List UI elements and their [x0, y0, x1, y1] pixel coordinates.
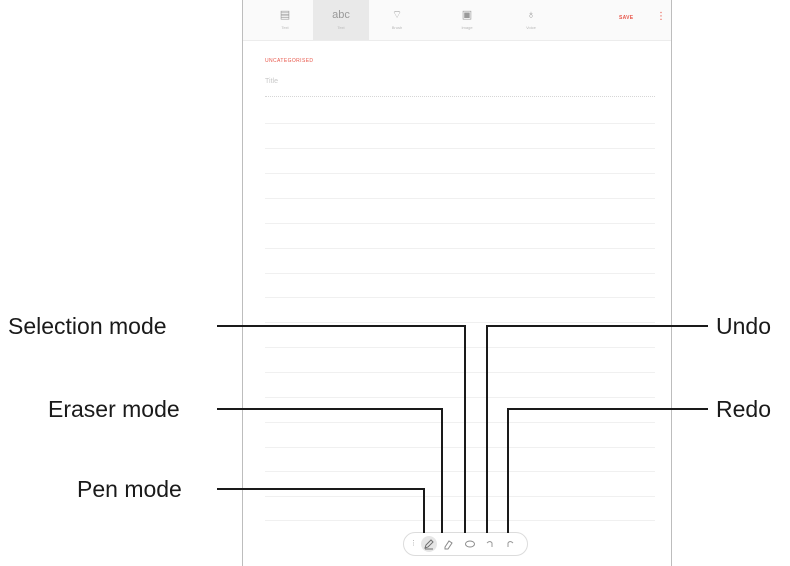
redo-callout: Redo [716, 396, 771, 422]
selection-mode-leader [217, 325, 466, 533]
undo-leader [486, 325, 708, 533]
eraser-mode-leader [217, 408, 443, 533]
pen-mode-callout: Pen mode [77, 476, 182, 502]
pen-mode-leader [217, 488, 425, 533]
undo-callout: Undo [716, 313, 771, 339]
eraser-mode-callout: Eraser mode [48, 396, 180, 422]
redo-leader [507, 408, 708, 533]
selection-mode-callout: Selection mode [8, 313, 167, 339]
